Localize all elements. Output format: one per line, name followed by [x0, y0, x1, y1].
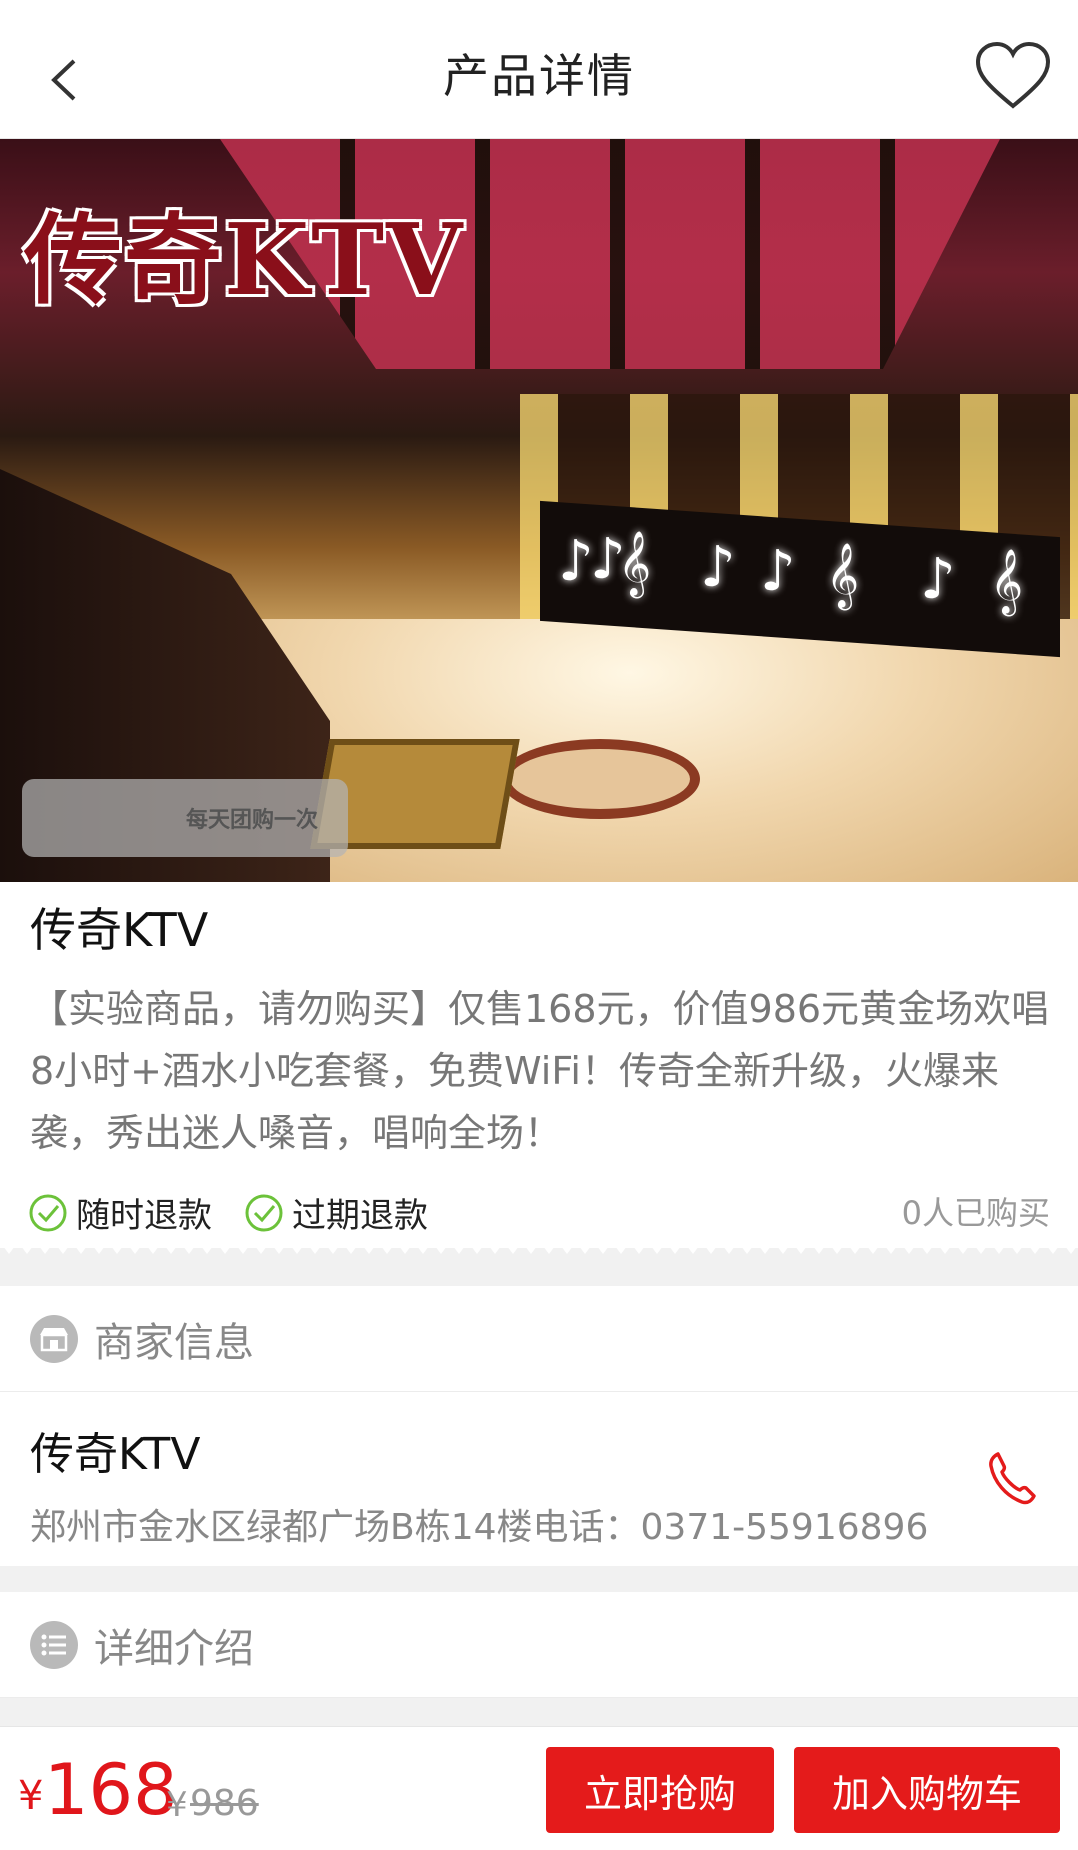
refund-tag: 过期退款: [244, 1188, 428, 1237]
top-bar: 产品详情: [0, 0, 1078, 139]
detail-section-header: 详细介绍: [0, 1592, 1078, 1698]
refund-tag-label: 随时退款: [76, 1196, 212, 1236]
music-note: ♪: [920, 547, 956, 612]
music-note: ♪: [700, 535, 736, 600]
refund-tags: 随时退款 过期退款: [28, 1188, 428, 1237]
sold-count: 0人已购买: [901, 1194, 1050, 1232]
check-circle-icon: [29, 1194, 67, 1231]
current-price: 168: [44, 1749, 178, 1831]
refund-tag: 随时退款: [28, 1188, 212, 1237]
music-note: ♪: [558, 529, 594, 594]
original-price-currency: ¥: [166, 1785, 188, 1825]
merchant-section-title: 商家信息: [94, 1319, 254, 1366]
merchant-card[interactable]: 传奇KTV 郑州市金水区绿都广场B栋14楼电话：0371-55916896: [0, 1392, 1078, 1566]
price-currency: ¥: [18, 1773, 44, 1819]
music-note: ♪: [760, 539, 796, 604]
buy-now-button[interactable]: 立即抢购: [546, 1747, 774, 1833]
music-note: 𝄞: [618, 531, 652, 596]
product-name: 传奇KTV: [30, 903, 209, 957]
product-description: 【实验商品，请勿购买】仅售168元，价值986元黄金场欢唱8小时+酒水小吃套餐，…: [30, 987, 1050, 1155]
merchant-address: 郑州市金水区绿都广场B栋14楼电话：0371-55916896: [30, 1507, 929, 1548]
purchase-bar: ¥ 168 ¥ 986 立即抢购 加入购物车: [0, 1726, 1078, 1850]
zigzag-divider: [0, 1242, 1078, 1254]
music-note: 𝄞: [826, 543, 860, 608]
refund-tag-label: 过期退款: [292, 1196, 428, 1236]
phone-icon[interactable]: [986, 1450, 1036, 1506]
image-watermark: 每天团购一次: [22, 779, 348, 857]
add-to-cart-button[interactable]: 加入购物车: [794, 1747, 1060, 1833]
merchant-section: 商家信息 传奇KTV 郑州市金水区绿都广场B栋14楼电话：0371-559168…: [0, 1286, 1078, 1566]
floor-medallion: [500, 739, 700, 819]
product-image: ♪ ♪ 𝄞 ♪ ♪ 𝄞 ♪ 𝄞 传奇KTV 每天团购一次: [0, 139, 1078, 882]
list-icon: [30, 1620, 78, 1669]
product-info: 传奇KTV 【实验商品，请勿购买】仅售168元，价值986元黄金场欢唱8小时+酒…: [0, 882, 1078, 1248]
merchant-name: 传奇KTV: [30, 1429, 201, 1480]
check-circle-icon: [245, 1194, 283, 1231]
merchant-section-header: 商家信息: [0, 1286, 1078, 1392]
image-brand-text: 传奇KTV: [24, 203, 465, 318]
shop-icon: [30, 1314, 78, 1363]
page-title: 产品详情: [443, 49, 635, 103]
music-note: 𝄞: [990, 549, 1024, 614]
detail-section-title: 详细介绍: [94, 1625, 254, 1672]
original-price: 986: [190, 1783, 259, 1824]
heart-icon: [975, 41, 1051, 109]
detail-section[interactable]: 详细介绍: [0, 1592, 1078, 1698]
favorite-button[interactable]: [972, 40, 1054, 112]
